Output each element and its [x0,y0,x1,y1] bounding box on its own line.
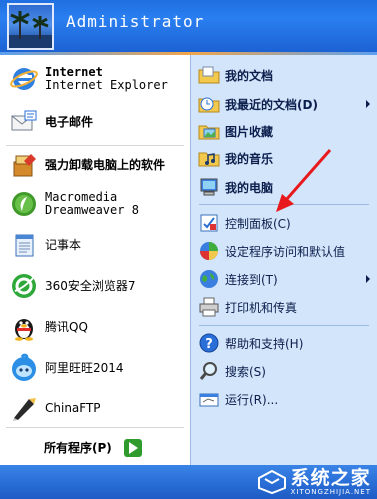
right-item-run[interactable]: 运行(R)... [191,387,377,411]
watermark-logo-icon [257,469,286,495]
recent-program-label: ChinaFTP [45,400,101,415]
start-menu: Administrator Internet Internet Explorer [0,0,377,499]
recent-program-label: Macromedia Dreamweaver 8 [45,190,139,217]
recent-program-label: 360安全浏览器7 [45,278,136,293]
email-icon [8,106,40,138]
internet-explorer-icon [8,63,40,95]
connect-to-icon [198,268,220,290]
right-item-my-music[interactable]: 我的音乐 [191,146,377,170]
set-program-access-icon [198,240,220,262]
all-programs-button[interactable]: 所有程序(P) [0,430,190,465]
right-item-connect-to[interactable]: 连接到(T) [191,267,377,291]
right-item-label: 我的文档 [225,68,274,83]
right-item-my-pictures[interactable]: 图片收藏 [191,119,377,143]
pinned-item-title: 电子邮件 [45,114,94,129]
left-program-list: Internet Internet Explorer 电子邮件 强力卸载电脑上的… [0,55,190,465]
recent-program-label: 腾讯QQ [45,319,88,334]
recent-program-label: 强力卸载电脑上的软件 [45,157,166,172]
right-item-label: 设定程序访问和默认值 [225,244,346,259]
qq-icon [8,311,40,343]
pinned-email[interactable]: 电子邮件 [0,103,190,141]
right-places-list: 我的文档 我最近的文档(D) 图片收藏 我的音乐 我的电脑 控制面板(C) 设定… [190,55,377,465]
right-item-label: 控制面板(C) [225,216,291,231]
user-name: Administrator [66,12,205,31]
chinaftp-icon [8,392,40,424]
search-icon [198,360,220,382]
watermark-text: 系统之家 [290,467,371,489]
svg-text:?: ? [205,337,213,352]
my-documents-icon [198,64,220,86]
my-music-icon [198,147,220,169]
right-item-label: 打印机和传真 [225,300,298,315]
right-item-search[interactable]: 搜索(S) [191,359,377,383]
recent-program-notepad[interactable]: 记事本 [0,227,190,263]
user-avatar[interactable] [7,3,54,50]
right-item-control-panel[interactable]: 控制面板(C) [191,211,377,235]
aliwangwang-icon [8,352,40,384]
all-programs-divider [6,427,184,428]
right-item-recent-documents[interactable]: 我最近的文档(D) [191,92,377,116]
help-divider [199,325,369,326]
right-item-label: 运行(R)... [225,392,279,407]
help-support-icon: ? [198,332,220,354]
uninstaller-icon [8,149,40,181]
dreamweaver-icon [8,188,40,220]
recent-program-label: 阿里旺旺2014 [45,360,124,375]
right-item-label: 连接到(T) [225,272,278,287]
right-item-label: 我的音乐 [225,151,274,166]
right-item-my-computer[interactable]: 我的电脑 [191,175,377,199]
recent-documents-icon [198,93,220,115]
recent-program-qq[interactable]: 腾讯QQ [0,309,190,345]
submenu-arrow-icon [366,275,370,283]
recent-program-label: 记事本 [45,237,82,252]
printers-faxes-icon [198,296,220,318]
recent-program-uninstaller[interactable]: 强力卸载电脑上的软件 [0,147,190,183]
pinned-internet-explorer[interactable]: Internet Internet Explorer [0,60,190,98]
green-arrow-icon [123,438,142,457]
submenu-arrow-icon [366,100,370,108]
recent-program-360-browser[interactable]: 360安全浏览器7 [0,268,190,304]
all-programs-label: 所有程序(P) [44,441,112,455]
places-divider [199,204,369,205]
start-menu-header: Administrator [0,0,377,52]
my-computer-icon [198,176,220,198]
right-item-label: 我的电脑 [225,180,274,195]
right-item-set-program-access[interactable]: 设定程序访问和默认值 [191,239,377,263]
pinned-item-subtitle: Internet Explorer [45,78,168,92]
right-item-help-support[interactable]: ? 帮助和支持(H) [191,331,377,355]
right-item-label: 我最近的文档(D) [225,97,318,112]
recent-program-dreamweaver[interactable]: Macromedia Dreamweaver 8 [0,186,190,222]
right-item-label: 图片收藏 [225,124,274,139]
right-item-label: 帮助和支持(H) [225,336,304,351]
right-item-printers-faxes[interactable]: 打印机和传真 [191,295,377,319]
control-panel-icon [198,212,220,234]
360-browser-icon [8,270,40,302]
watermark-url: XITONGZHIJIA.NET [290,488,371,496]
right-item-my-documents[interactable]: 我的文档 [191,63,377,87]
watermark: 系统之家 XITONGZHIJIA.NET [257,465,371,499]
right-item-label: 搜索(S) [225,364,266,379]
notepad-icon [8,229,40,261]
recent-program-aliwangwang[interactable]: 阿里旺旺2014 [0,350,190,386]
run-icon [198,388,220,410]
recent-program-chinaftp[interactable]: ChinaFTP [0,391,190,425]
start-menu-footer: 系统之家 XITONGZHIJIA.NET [0,465,377,499]
pinned-divider [6,145,184,146]
my-pictures-icon [198,120,220,142]
